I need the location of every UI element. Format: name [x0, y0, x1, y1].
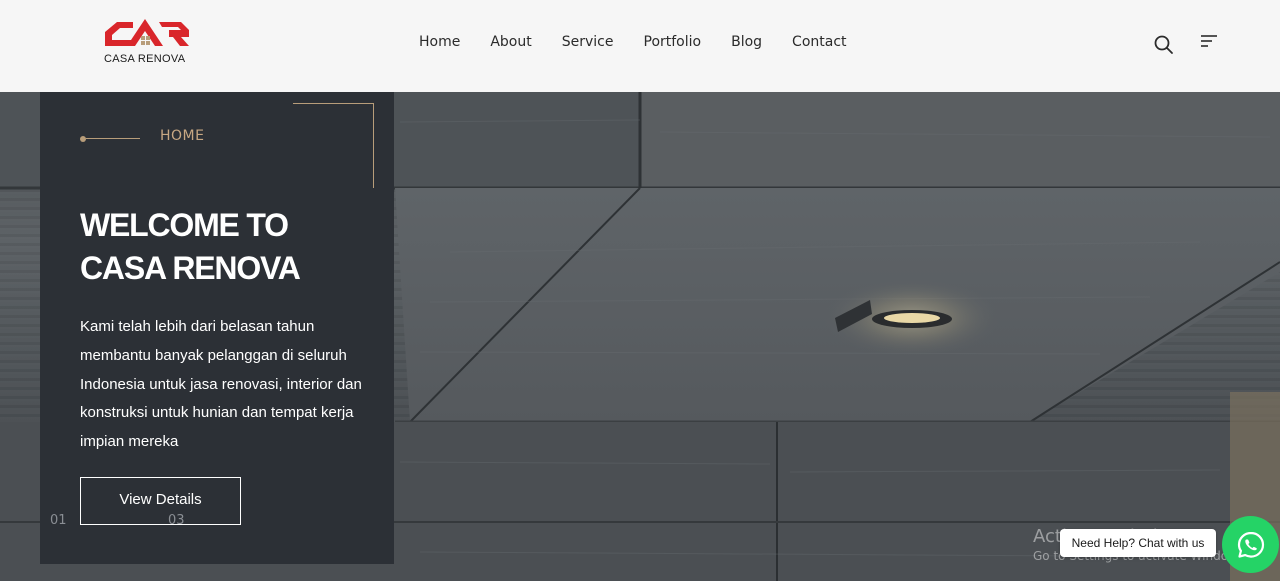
slide-current[interactable]: 01 [50, 513, 67, 528]
brand-name: CASA RENOVA [104, 53, 186, 65]
view-details-button[interactable]: View Details [80, 477, 241, 525]
decorative-corner [293, 103, 374, 188]
site-header: CASA RENOVA Home About Service Portfolio… [0, 0, 1280, 92]
search-icon [1154, 35, 1173, 54]
main-nav: Home About Service Portfolio Blog Contac… [404, 32, 862, 52]
brand-logo[interactable]: CASA RENOVA [103, 16, 193, 68]
breadcrumb-dot [80, 136, 86, 142]
hero-title-line2: CASA RENOVA [80, 250, 301, 286]
nav-about[interactable]: About [475, 32, 546, 52]
nav-service[interactable]: Service [547, 32, 629, 52]
breadcrumb: HOME [160, 128, 205, 144]
chat-bubble[interactable]: Need Help? Chat with us [1060, 529, 1216, 557]
nav-portfolio[interactable]: Portfolio [629, 32, 717, 52]
slide-total[interactable]: 03 [168, 513, 185, 528]
nav-blog[interactable]: Blog [716, 32, 777, 52]
hero-title-line1: WELCOME TO [80, 207, 289, 243]
nav-home[interactable]: Home [404, 32, 475, 52]
whatsapp-icon [1237, 531, 1264, 558]
hero-description: Kami telah lebih dari belasan tahun memb… [80, 318, 362, 451]
breadcrumb-line [86, 138, 140, 139]
logo-house-icon [105, 19, 189, 46]
menu-button[interactable] [1200, 34, 1218, 50]
menu-lines-icon [1201, 35, 1217, 47]
hero-title: WELCOME TO CASA RENOVA [80, 204, 380, 290]
whatsapp-button[interactable] [1222, 516, 1279, 573]
search-button[interactable] [1153, 34, 1175, 56]
nav-contact[interactable]: Contact [777, 32, 861, 52]
